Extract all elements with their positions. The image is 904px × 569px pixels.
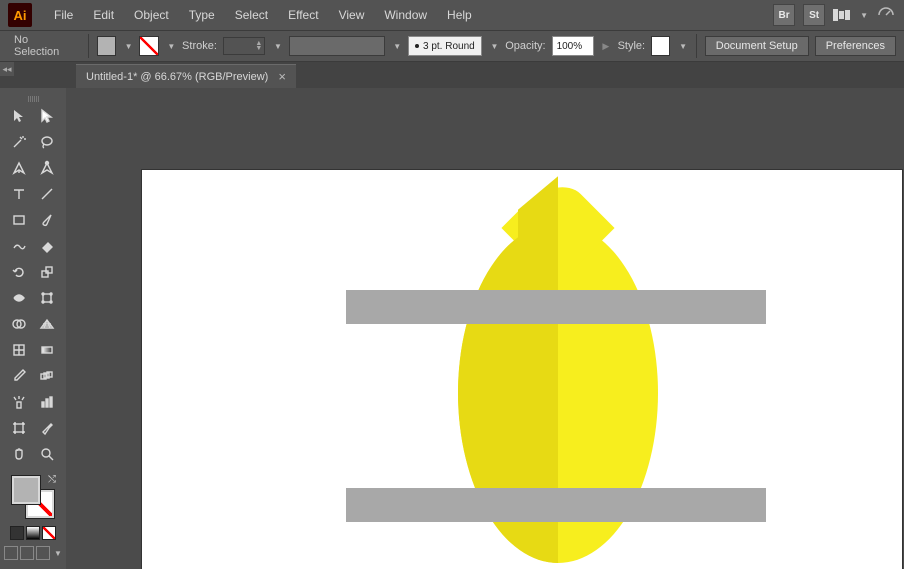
artwork-grey-bar-bottom[interactable]	[346, 488, 766, 522]
document-tab-bar: Untitled-1* @ 66.67% (RGB/Preview) ×	[0, 62, 904, 88]
color-mode-none[interactable]	[42, 526, 56, 540]
direct-selection-tool[interactable]	[34, 104, 60, 128]
artboard-tool[interactable]	[6, 416, 32, 440]
stroke-profile-dropdown[interactable]: ▼	[271, 36, 282, 56]
chevron-down-icon: ▼	[860, 11, 868, 20]
fill-swatch[interactable]	[97, 36, 116, 56]
pen-tool[interactable]	[6, 156, 32, 180]
menu-view[interactable]: View	[329, 4, 375, 26]
style-swatch[interactable]	[651, 36, 670, 56]
menu-effect[interactable]: Effect	[278, 4, 328, 26]
zoom-tool[interactable]	[34, 442, 60, 466]
opacity-dropdown[interactable]: ▶	[600, 36, 611, 56]
menu-edit[interactable]: Edit	[83, 4, 124, 26]
menu-select[interactable]: Select	[225, 4, 278, 26]
document-tab-title: Untitled-1* @ 66.67% (RGB/Preview)	[86, 71, 268, 83]
brush-dropdown-arrow[interactable]: ▼	[391, 36, 402, 56]
panel-grip[interactable]	[18, 96, 48, 102]
eraser-tool[interactable]	[34, 234, 60, 258]
symbol-sprayer-tool[interactable]	[6, 390, 32, 414]
type-tool[interactable]	[6, 182, 32, 206]
document-setup-button[interactable]: Document Setup	[705, 36, 809, 56]
paintbrush-tool[interactable]	[34, 208, 60, 232]
menu-object[interactable]: Object	[124, 4, 179, 26]
color-mode-row	[10, 526, 56, 540]
swap-fill-stroke-icon[interactable]: ⤭	[48, 474, 56, 485]
stock-button[interactable]: St	[803, 4, 825, 26]
menu-help[interactable]: Help	[437, 4, 482, 26]
preferences-button[interactable]: Preferences	[815, 36, 896, 56]
magic-wand-tool[interactable]	[6, 130, 32, 154]
main-area: ⤭ ▼	[0, 88, 904, 569]
canvas-area[interactable]	[66, 88, 904, 569]
perspective-grid-tool[interactable]	[34, 312, 60, 336]
color-mode-solid[interactable]	[10, 526, 24, 540]
curvature-tool[interactable]	[34, 156, 60, 180]
shaper-tool[interactable]	[6, 234, 32, 258]
free-transform-tool[interactable]	[34, 286, 60, 310]
draw-mode-normal[interactable]	[4, 546, 18, 560]
slice-tool[interactable]	[34, 416, 60, 440]
tools-panel: ⤭ ▼	[0, 88, 66, 569]
line-segment-tool[interactable]	[34, 182, 60, 206]
gradient-tool[interactable]	[34, 338, 60, 362]
artwork-grey-bar-top[interactable]	[346, 290, 766, 324]
opacity-label: Opacity:	[505, 40, 545, 52]
stroke-weight-input[interactable]: ▲▼	[223, 37, 265, 55]
menu-bar: Ai File Edit Object Type Select Effect V…	[0, 0, 904, 30]
style-label: Style:	[618, 40, 646, 52]
bridge-button[interactable]: Br	[773, 4, 795, 26]
selection-indicator: No Selection	[8, 34, 80, 58]
panel-collapse-toggle[interactable]: ◂◂	[0, 62, 14, 76]
eyedropper-tool[interactable]	[6, 364, 32, 388]
stroke-swatch[interactable]	[139, 36, 158, 56]
style-dropdown[interactable]: ▼	[676, 36, 687, 56]
draw-mode-behind[interactable]	[20, 546, 34, 560]
fill-stroke-indicator[interactable]: ⤭	[12, 476, 54, 518]
hand-tool[interactable]	[6, 442, 32, 466]
scale-tool[interactable]	[34, 260, 60, 284]
arrange-documents-button[interactable]	[833, 9, 850, 21]
fill-color-box[interactable]	[12, 476, 40, 504]
menu-window[interactable]: Window	[374, 4, 437, 26]
chevron-down-icon: ▼	[54, 549, 62, 558]
screen-mode-row: ▼	[4, 546, 62, 560]
close-tab-button[interactable]: ×	[278, 69, 286, 84]
profile-label: 3 pt. Round	[423, 41, 475, 52]
selection-tool[interactable]	[6, 104, 32, 128]
blend-tool[interactable]	[34, 364, 60, 388]
color-mode-gradient[interactable]	[26, 526, 40, 540]
control-bar: No Selection ▼ ▼ Stroke: ▲▼ ▼ ▼ 3 pt. Ro…	[0, 30, 904, 62]
opacity-input[interactable]: 100%	[552, 36, 595, 56]
draw-mode-inside[interactable]	[36, 546, 50, 560]
fill-dropdown[interactable]: ▼	[122, 36, 133, 56]
brush-definition-dropdown[interactable]	[289, 36, 385, 56]
rectangle-tool[interactable]	[6, 208, 32, 232]
mesh-tool[interactable]	[6, 338, 32, 362]
rotate-tool[interactable]	[6, 260, 32, 284]
document-tab[interactable]: Untitled-1* @ 66.67% (RGB/Preview) ×	[76, 64, 296, 88]
menu-type[interactable]: Type	[179, 4, 225, 26]
stroke-dropdown[interactable]: ▼	[165, 36, 176, 56]
lasso-tool[interactable]	[34, 130, 60, 154]
variable-width-profile[interactable]: 3 pt. Round	[408, 36, 482, 56]
gpu-performance-icon[interactable]	[876, 5, 896, 25]
column-graph-tool[interactable]	[34, 390, 60, 414]
stroke-label: Stroke:	[182, 40, 217, 52]
width-tool[interactable]	[6, 286, 32, 310]
menu-file[interactable]: File	[44, 4, 83, 26]
profile-dropdown[interactable]: ▼	[488, 36, 499, 56]
app-logo: Ai	[8, 3, 32, 27]
shape-builder-tool[interactable]	[6, 312, 32, 336]
